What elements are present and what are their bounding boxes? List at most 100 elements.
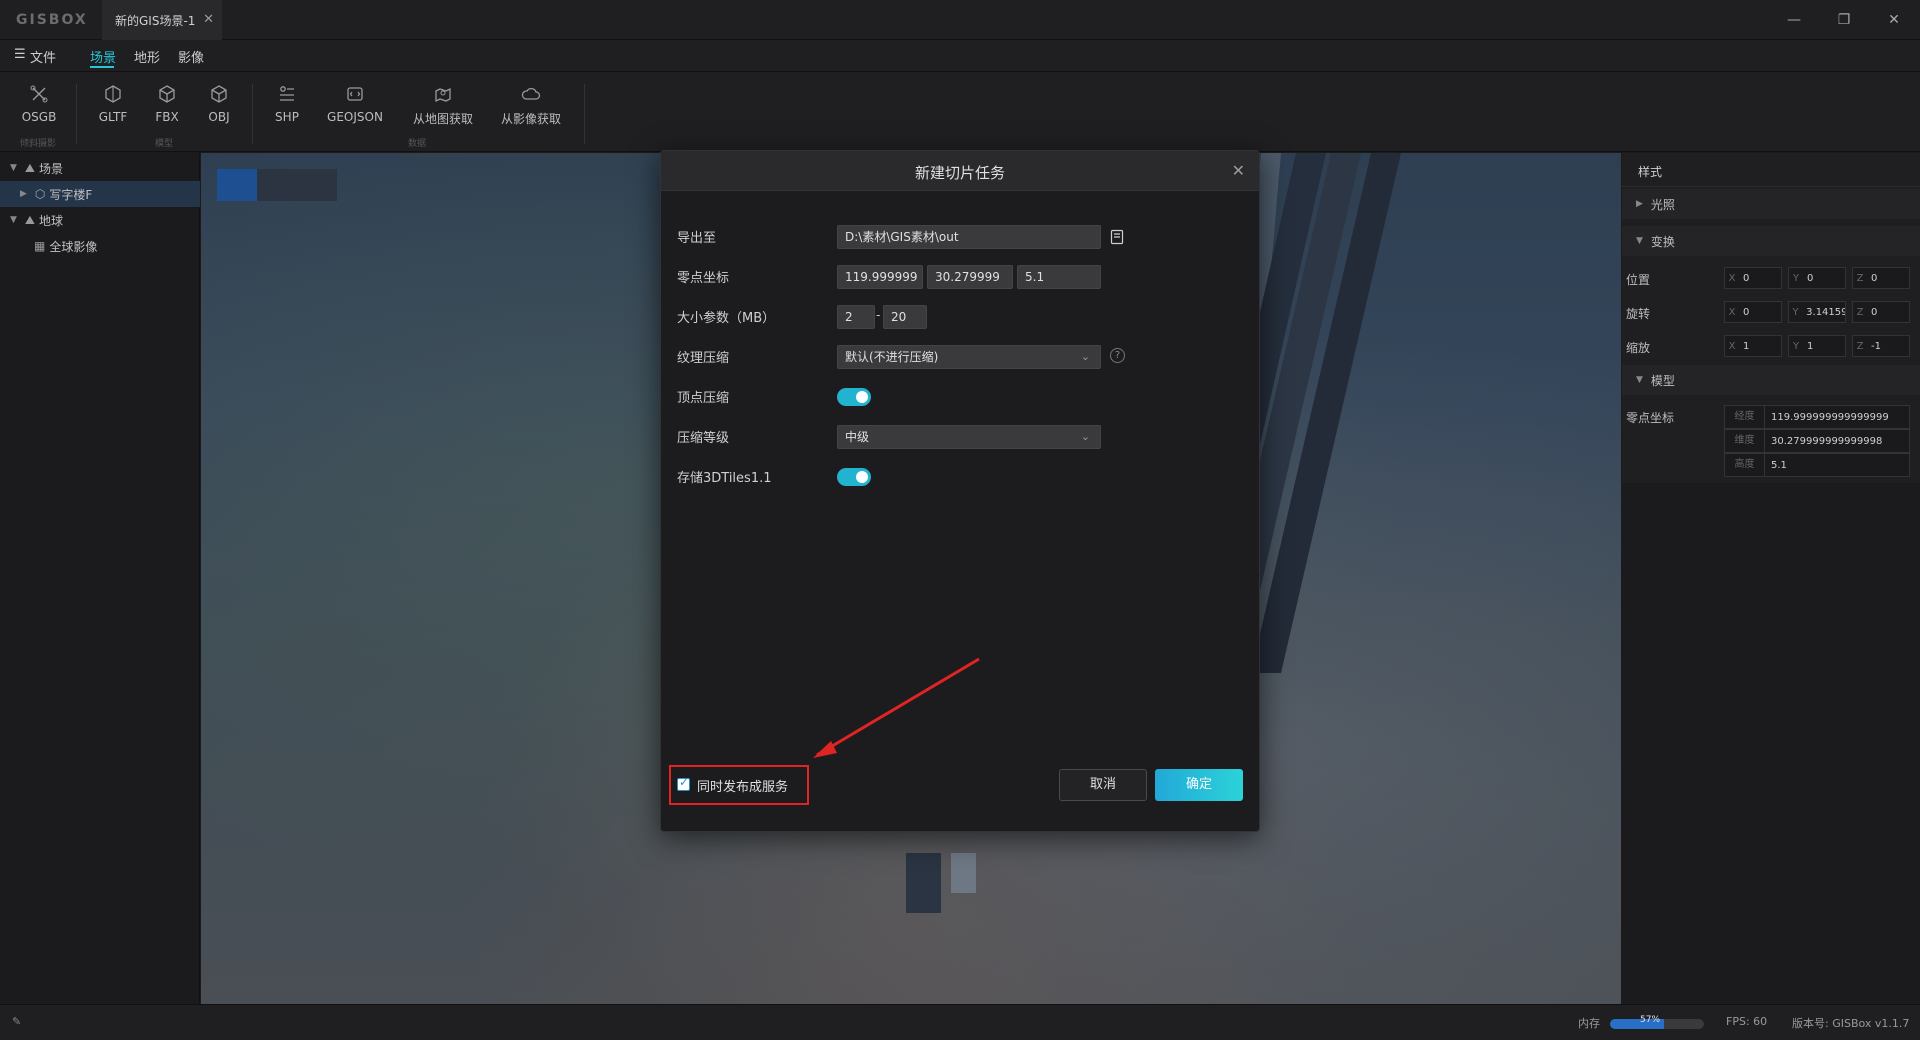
scale-label: 缩放 [1626, 341, 1651, 355]
y-axis-tag: Y [1792, 306, 1799, 318]
rotation-x-input[interactable]: X0 [1724, 301, 1782, 323]
hamburger-icon[interactable]: ☰ [14, 47, 26, 62]
section-transform[interactable]: ▼ 变换 [1622, 226, 1920, 256]
from-imagery-button[interactable]: 从影像获取 [496, 84, 566, 127]
z-axis-tag: Z [1856, 340, 1864, 352]
properties-tabbar: 样式 [1622, 153, 1920, 187]
scene-icon: ⛰ [24, 160, 36, 175]
gltf-icon [105, 85, 121, 103]
z-axis-tag: Z [1856, 306, 1864, 318]
minimize-button[interactable]: — [1784, 10, 1804, 30]
checkmark-icon: ✓ [679, 775, 690, 789]
tree-node-earth[interactable]: ▼ ⛰ 地球 [0, 207, 200, 233]
section-model[interactable]: ▼ 模型 [1622, 365, 1920, 395]
status-edit-icon[interactable]: ✎ [12, 1015, 21, 1028]
model-cube-icon: ⬡ [34, 187, 46, 201]
z-axis-tag: Z [1856, 272, 1864, 284]
tree-node-global-imagery[interactable]: ▦ 全球影像 [0, 233, 200, 259]
osgb-icon [30, 85, 48, 103]
altitude-input[interactable]: 高度 5.1 [1724, 453, 1910, 477]
status-bar: ✎ 内存 57% FPS: 60 版本号: GISBox v1.1.7 [0, 1004, 1920, 1040]
cancel-button[interactable]: 取消 [1059, 769, 1147, 801]
memory-percent: 57% [1640, 1015, 1661, 1025]
collapse-caret-icon: ▶ [1636, 199, 1643, 209]
position-z-input[interactable]: Z0 [1852, 267, 1910, 289]
longitude-input[interactable]: 经度 119.999999999999999 [1724, 405, 1910, 429]
x-axis-tag: X [1728, 272, 1736, 284]
y-axis-tag: Y [1792, 340, 1800, 352]
group-label-oblique: 倾斜摄影 [20, 139, 57, 149]
shp-icon [280, 86, 294, 101]
restore-button[interactable]: ❐ [1834, 10, 1854, 30]
close-tab-icon[interactable]: ✕ [203, 12, 214, 27]
menu-file[interactable]: 文件 [30, 47, 56, 66]
scale-x-input[interactable]: X1 [1724, 335, 1782, 357]
geojson-label: GEOJSON [327, 110, 383, 124]
viewport-widget[interactable] [217, 169, 337, 201]
x-axis-tag: X [1728, 306, 1736, 318]
close-window-button[interactable]: ✕ [1884, 10, 1904, 30]
annotation-arrow [813, 657, 980, 758]
document-tab[interactable]: 新的GIS场景-1 ✕ [102, 0, 222, 40]
from-imagery-label: 从影像获取 [500, 112, 561, 126]
cloud-icon [521, 87, 541, 100]
publish-service-checkbox[interactable]: ✓ [677, 775, 690, 791]
document-tab-title: 新的GIS场景-1 [115, 13, 196, 28]
properties-panel: 样式 ▶ 光照 ▼ 变换 位置 X0 Y0 Z0 旋转 X0 Y 3.14159 … [1622, 153, 1920, 483]
scene-tree-panel: ▼ ⛰ 场景 ▶ ⬡ 写字楼F ▼ ⛰ 地球 ▦ 全球影像 [0, 153, 200, 1004]
viewport-widget-indicator [217, 169, 257, 201]
ribbon-separator [76, 84, 77, 144]
menu-terrain[interactable]: 地形 [134, 47, 160, 66]
shp-button[interactable]: SHP [252, 84, 322, 124]
ribbon-separator [584, 84, 585, 144]
group-label-data: 数据 [408, 139, 427, 149]
earth-icon: ⛰ [24, 212, 36, 227]
rotation-y-input[interactable]: Y 3.14159 [1788, 301, 1846, 323]
tree-label-scene: 场景 [39, 161, 64, 176]
latitude-input[interactable]: 维度 30.279999999999998 [1724, 429, 1910, 453]
imagery-icon: ▦ [34, 239, 46, 253]
rotation-z-input[interactable]: Z0 [1852, 301, 1910, 323]
active-menu-indicator [90, 66, 114, 68]
geojson-button[interactable]: GEOJSON [320, 84, 390, 124]
menu-scene[interactable]: 场景 [90, 47, 116, 66]
fbx-icon [159, 85, 175, 103]
obj-button[interactable]: OBJ [184, 84, 254, 124]
confirm-button[interactable]: 确定 [1155, 769, 1243, 801]
app-logo: GISBOX [16, 12, 88, 28]
tree-node-building[interactable]: ▶ ⬡ 写字楼F [0, 181, 200, 207]
scale-z-input[interactable]: Z -1 [1852, 335, 1910, 357]
obj-label: OBJ [208, 110, 230, 124]
memory-label: 内存 [1578, 1017, 1600, 1030]
title-bar: GISBOX 新的GIS场景-1 ✕ — ❐ ✕ [0, 0, 1920, 40]
from-map-label: 从地图获取 [412, 112, 473, 126]
menu-imagery[interactable]: 影像 [178, 47, 204, 66]
tab-style[interactable]: 样式 [1638, 163, 1662, 180]
osgb-label: OSGB [21, 110, 57, 124]
group-label-model: 模型 [155, 139, 174, 149]
expand-caret-icon: ▼ [1636, 375, 1643, 385]
section-lighting-label: 光照 [1650, 197, 1675, 212]
expand-caret-icon[interactable]: ▼ [10, 215, 17, 225]
position-y-input[interactable]: Y0 [1788, 267, 1846, 289]
osgb-button[interactable]: OSGB [4, 84, 74, 124]
from-map-button[interactable]: 从地图获取 [408, 84, 478, 127]
tree-label-earth: 地球 [39, 213, 64, 228]
new-tile-task-dialog: 新建切片任务 ✕ 导出至 D:\素材\GIS素材\out 零点坐标 119.99… [660, 150, 1260, 832]
position-x-input[interactable]: X0 [1724, 267, 1782, 289]
menu-bar: ☰ 文件 场景 地形 影像 [0, 40, 1920, 72]
publish-service-label[interactable]: 同时发布成服务 [697, 776, 788, 795]
expand-caret-icon[interactable]: ▼ [10, 163, 17, 173]
rotation-label: 旋转 [1626, 307, 1651, 321]
expand-caret-icon: ▼ [1636, 236, 1643, 246]
ribbon-toolbar: OSGB GLTF FBX OBJ SHP GEOJSON 从地图获取 从影像获… [0, 72, 1920, 152]
tree-label-building: 写字楼F [49, 187, 93, 202]
version-label: 版本号: GISBox v1.1.7 [1792, 1017, 1910, 1030]
scale-y-input[interactable]: Y1 [1788, 335, 1846, 357]
y-axis-tag: Y [1792, 272, 1800, 284]
shp-label: SHP [275, 110, 299, 124]
tree-node-scene[interactable]: ▼ ⛰ 场景 [0, 155, 200, 181]
obj-icon [211, 85, 227, 103]
section-lighting[interactable]: ▶ 光照 [1622, 189, 1920, 219]
collapse-caret-icon[interactable]: ▶ [20, 189, 27, 199]
